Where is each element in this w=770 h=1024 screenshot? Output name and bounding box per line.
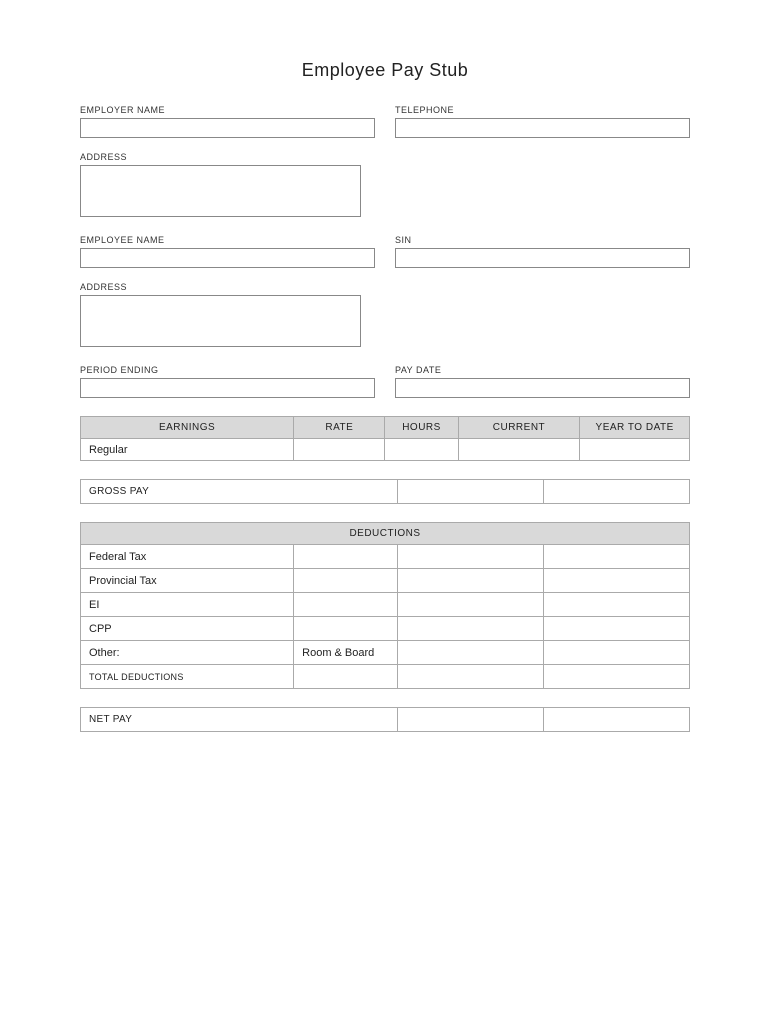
net-pay-current (397, 708, 543, 732)
gross-pay-label: GROSS PAY (81, 480, 398, 504)
other-label: Other: (81, 641, 294, 665)
pay-date-input[interactable] (395, 378, 690, 398)
sin-label: SIN (395, 235, 690, 245)
ytd-cell (580, 439, 690, 461)
provincial-tax-detail (294, 569, 398, 593)
other-current (397, 641, 543, 665)
page-title: Employee Pay Stub (80, 60, 690, 81)
table-row: Federal Tax (81, 545, 690, 569)
rate-cell (294, 439, 385, 461)
cpp-label: CPP (81, 617, 294, 641)
table-row: CPP (81, 617, 690, 641)
total-deductions-detail (294, 665, 398, 689)
cpp-current (397, 617, 543, 641)
total-deductions-ytd (543, 665, 689, 689)
period-ending-label: PERIOD ENDING (80, 365, 375, 375)
earnings-header: EARNINGS (81, 417, 294, 439)
federal-tax-current (397, 545, 543, 569)
ei-label: EI (81, 593, 294, 617)
gross-pay-row: GROSS PAY (81, 480, 690, 504)
other-ytd (543, 641, 689, 665)
gross-pay-table: GROSS PAY (80, 479, 690, 504)
current-cell (458, 439, 580, 461)
period-ending-input[interactable] (80, 378, 375, 398)
employee-name-label: EMPLOYEE NAME (80, 235, 375, 245)
federal-tax-ytd (543, 545, 689, 569)
table-row: Regular (81, 439, 690, 461)
federal-tax-label: Federal Tax (81, 545, 294, 569)
net-pay-label: NET PAY (81, 708, 398, 732)
rate-header: RATE (294, 417, 385, 439)
employer-address-input[interactable] (80, 165, 361, 217)
hours-cell (385, 439, 458, 461)
net-pay-ytd (543, 708, 689, 732)
telephone-label: TELEPHONE (395, 105, 690, 115)
total-deductions-current (397, 665, 543, 689)
other-detail: Room & Board (294, 641, 398, 665)
ei-ytd (543, 593, 689, 617)
ei-current (397, 593, 543, 617)
total-deductions-label: TOTAL DEDUCTIONS (81, 665, 294, 689)
gross-pay-ytd (543, 480, 689, 504)
employer-name-label: EMPLOYER NAME (80, 105, 375, 115)
ei-detail (294, 593, 398, 617)
earnings-table: EARNINGS RATE HOURS CURRENT YEAR TO DATE… (80, 416, 690, 461)
provincial-tax-ytd (543, 569, 689, 593)
employee-address-input[interactable] (80, 295, 361, 347)
table-row: EI (81, 593, 690, 617)
deductions-table: DEDUCTIONS Federal Tax Provincial Tax EI… (80, 522, 690, 689)
net-pay-table: NET PAY (80, 707, 690, 732)
cpp-ytd (543, 617, 689, 641)
federal-tax-detail (294, 545, 398, 569)
employee-address-label: ADDRESS (80, 282, 361, 292)
deductions-header: DEDUCTIONS (81, 523, 690, 545)
provincial-tax-current (397, 569, 543, 593)
pay-date-label: PAY DATE (395, 365, 690, 375)
employer-address-label: ADDRESS (80, 152, 361, 162)
employer-name-input[interactable] (80, 118, 375, 138)
earnings-cell: Regular (81, 439, 294, 461)
cpp-detail (294, 617, 398, 641)
table-row: Other: Room & Board (81, 641, 690, 665)
employee-name-input[interactable] (80, 248, 375, 268)
current-header: CURRENT (458, 417, 580, 439)
ytd-header: YEAR TO DATE (580, 417, 690, 439)
gross-pay-current (397, 480, 543, 504)
table-row: Provincial Tax (81, 569, 690, 593)
total-deductions-row: TOTAL DEDUCTIONS (81, 665, 690, 689)
net-pay-row: NET PAY (81, 708, 690, 732)
hours-header: HOURS (385, 417, 458, 439)
provincial-tax-label: Provincial Tax (81, 569, 294, 593)
telephone-input[interactable] (395, 118, 690, 138)
sin-input[interactable] (395, 248, 690, 268)
